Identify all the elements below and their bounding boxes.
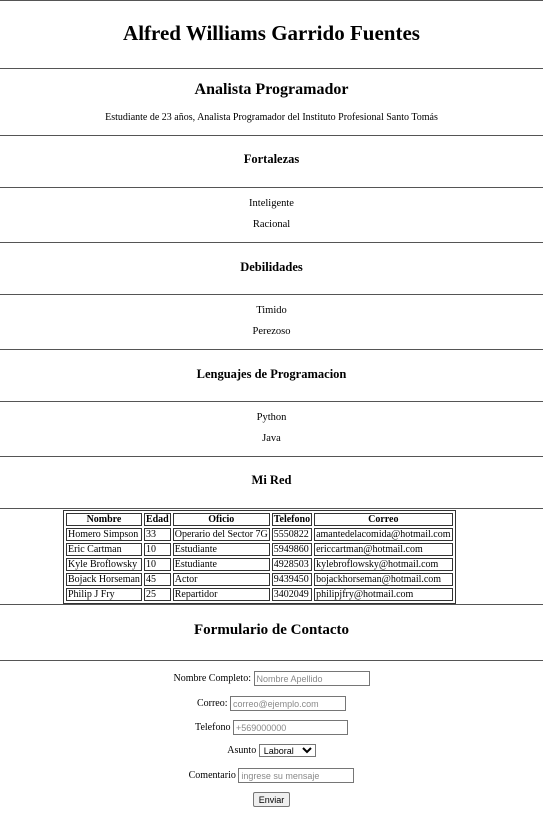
fortalezas-heading: Fortalezas (243, 152, 300, 166)
table-cell: Eric Cartman (66, 543, 142, 556)
table-header-row: Nombre Edad Oficio Telefono Correo (66, 513, 453, 526)
divider (0, 604, 543, 605)
table-row: Bojack Horseman 45 Actor 9439450 bojackh… (66, 573, 453, 586)
email-label: Correo: (196, 697, 228, 709)
table-cell: bojackhorseman@hotmail.com (314, 573, 453, 586)
subject-label: Asunto (227, 744, 257, 756)
divider (0, 349, 543, 350)
table-cell: 33 (143, 528, 171, 541)
debilidades-heading: Debilidades (240, 260, 303, 274)
subject-select[interactable]: Laboral (258, 744, 316, 757)
comment-label: Comentario (188, 769, 236, 781)
list-item: Java (262, 433, 281, 444)
table-cell: kylebroflowsky@hotmail.com (314, 558, 453, 571)
mi-red-heading: Mi Red (251, 473, 292, 487)
table-cell: Kyle Broflowsky (66, 558, 142, 571)
role-heading: Analista Programador (194, 81, 349, 98)
divider (0, 456, 543, 457)
role-section: Analista Programador (0, 81, 543, 99)
table-cell: Estudiante (172, 558, 270, 571)
phone-field[interactable] (232, 720, 348, 735)
comment-row: Comentario (0, 768, 543, 783)
phone-label: Telefono (195, 721, 231, 733)
divider (0, 294, 543, 295)
table-cell: 10 (143, 543, 171, 556)
column-header: Oficio (172, 513, 270, 526)
table-cell: 5949860 (271, 543, 313, 556)
name-label: Nombre Completo: (173, 672, 252, 684)
page-header: Alfred Williams Garrido Fuentes (0, 21, 543, 46)
column-header: Edad (143, 513, 171, 526)
page-title: Alfred Williams Garrido Fuentes (123, 21, 420, 45)
profile-description: Estudiante de 23 años, Analista Programa… (105, 112, 438, 123)
divider (0, 0, 543, 1)
list-item: Perezoso (252, 326, 291, 337)
table-cell: 9439450 (271, 573, 313, 586)
column-header: Telefono (271, 513, 313, 526)
table-cell: Philip J Fry (66, 588, 142, 601)
phone-row: Telefono (0, 720, 543, 735)
table-cell: Estudiante (172, 543, 270, 556)
list-item: Racional (252, 219, 291, 230)
subject-row: Asunto Laboral (0, 744, 543, 757)
table-row: Homero Simpson 33 Operario del Sector 7G… (66, 528, 453, 541)
table-cell: 5550822 (271, 528, 313, 541)
table-cell: 4928503 (271, 558, 313, 571)
name-field[interactable] (253, 671, 370, 686)
table-cell: 10 (143, 558, 171, 571)
table-cell: Operario del Sector 7G (172, 528, 270, 541)
divider (0, 68, 543, 69)
lenguajes-heading: Lenguajes de Programacion (196, 367, 347, 381)
table-cell: ericcartman@hotmail.com (314, 543, 453, 556)
table-cell: amantedelacomida@hotmail.com (314, 528, 453, 541)
divider (0, 242, 543, 243)
table-cell: 45 (143, 573, 171, 586)
column-header: Correo (314, 513, 453, 526)
table-row: Kyle Broflowsky 10 Estudiante 4928503 ky… (66, 558, 453, 571)
table-cell: Homero Simpson (66, 528, 142, 541)
network-table: Nombre Edad Oficio Telefono Correo Homer… (63, 510, 456, 604)
form-heading: Formulario de Contacto (194, 622, 349, 638)
list-item: Python (256, 412, 287, 423)
table-row: Eric Cartman 10 Estudiante 5949860 ericc… (66, 543, 453, 556)
email-field[interactable] (230, 696, 347, 711)
divider (0, 401, 543, 402)
name-row: Nombre Completo: (0, 671, 543, 686)
divider (0, 187, 543, 188)
table-cell: Bojack Horseman (66, 573, 142, 586)
table-cell: Repartidor (172, 588, 270, 601)
table-cell: Actor (172, 573, 270, 586)
email-row: Correo: (0, 696, 543, 711)
column-header: Nombre (66, 513, 142, 526)
divider (0, 508, 543, 509)
table-row: Philip J Fry 25 Repartidor 3402049 phili… (66, 588, 453, 601)
list-item: Timido (256, 305, 287, 316)
table-cell: 3402049 (271, 588, 313, 601)
divider (0, 660, 543, 661)
submit-button[interactable]: Enviar (252, 792, 291, 807)
comment-field[interactable] (238, 768, 355, 783)
table-cell: philipjfry@hotmail.com (314, 588, 453, 601)
list-item: Inteligente (249, 198, 294, 209)
divider (0, 135, 543, 136)
table-cell: 25 (143, 588, 171, 601)
submit-row: Enviar (0, 792, 543, 807)
